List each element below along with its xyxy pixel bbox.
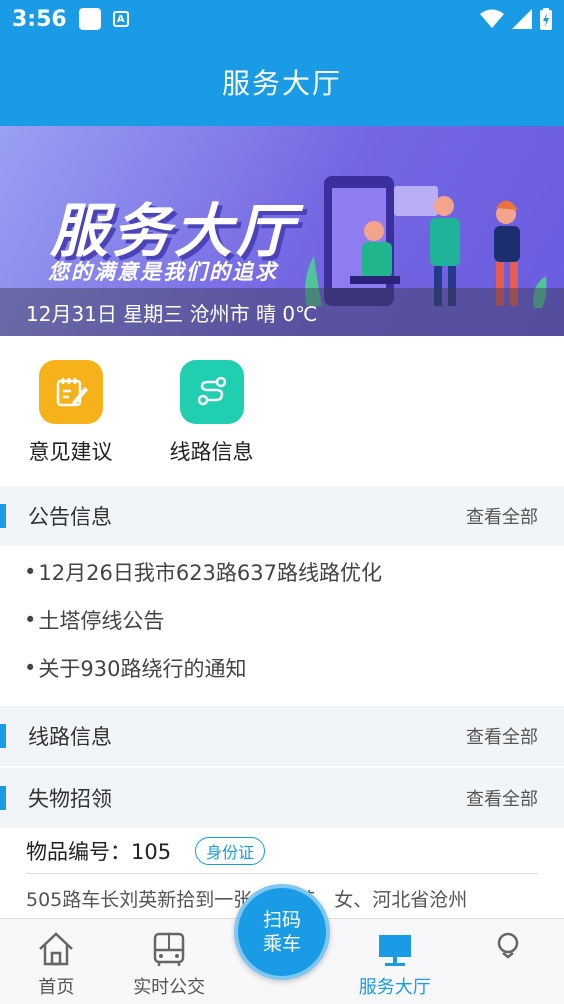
tab-service-hall[interactable]: 服务大厅 (338, 919, 451, 1004)
monitor-icon (378, 935, 411, 966)
scan-to-ride-button[interactable]: 扫码 乘车 (234, 884, 330, 980)
tab-realtime-bus[interactable]: 实时公交 (113, 919, 226, 1004)
tab-profile[interactable] (451, 919, 564, 1004)
battery-icon (540, 8, 552, 30)
lost-item-number: 物品编号：105 (26, 839, 172, 864)
page-title: 服务大厅 (221, 67, 342, 100)
section-title: 公告信息 (28, 505, 112, 529)
scan-button-line2: 乘车 (262, 933, 301, 955)
lost-found-section-header: 失物招领 查看全部 (0, 768, 564, 828)
view-all-lost-link[interactable]: 查看全部 (466, 785, 538, 811)
route-icon (179, 360, 244, 424)
quick-action-feedback[interactable]: 意见建议 (0, 336, 141, 486)
home-icon (39, 932, 74, 966)
lost-item-type-badge: 身份证 (195, 836, 266, 865)
notice-list: • 12月26日我市623路637路线路优化 • 土塔停线公告 • 关于930路绕行的… (0, 548, 564, 706)
quick-action-label: 线路信息 (169, 440, 254, 464)
signal-icon (512, 9, 532, 29)
bullet: • (24, 656, 37, 680)
tab-label: 实时公交 (133, 977, 206, 998)
notice-text: 12月26日我市623路637路线路优化 (38, 561, 382, 585)
notice-section-header: 公告信息 查看全部 (0, 486, 564, 546)
tab-label: 服务大厅 (358, 977, 431, 998)
section-accent-bar (0, 786, 6, 810)
bus-icon (153, 932, 185, 966)
notification-icon (78, 8, 101, 30)
scan-button-line1: 扫码 (262, 909, 301, 931)
tab-home[interactable]: 首页 (0, 919, 113, 1004)
quick-action-label: 意见建议 (28, 440, 113, 464)
user-icon (497, 932, 518, 959)
notice-item[interactable]: • 关于930路绕行的通知 (24, 644, 564, 692)
banner-subtitle: 您的满意是我们的追求 (48, 260, 278, 284)
notice-item[interactable]: • 12月26日我市623路637路线路优化 (24, 548, 564, 596)
routes-section-header: 线路信息 查看全部 (0, 706, 564, 766)
section-accent-bar (0, 504, 6, 528)
notice-text: 关于930路绕行的通知 (38, 657, 247, 681)
bullet: • (24, 608, 37, 632)
banner[interactable]: 服务大厅 您的满意是我们的追求 12月31日 星期三 沧州市 晴 0℃ (0, 126, 564, 336)
notice-text: 土塔停线公告 (38, 609, 165, 633)
view-all-routes-link[interactable]: 查看全部 (466, 723, 538, 749)
app-header: 服务大厅 (0, 38, 564, 126)
wifi-icon (480, 9, 504, 28)
view-all-notices-link[interactable]: 查看全部 (466, 503, 538, 529)
app-indicator-icon: A (112, 11, 129, 27)
date-weather-info: 12月31日 星期三 沧州市 晴 0℃ (0, 288, 564, 336)
notice-item[interactable]: • 土塔停线公告 (24, 596, 564, 644)
section-title: 线路信息 (28, 725, 112, 749)
status-time: 3:56 (12, 6, 67, 32)
tab-label: 首页 (38, 977, 75, 998)
quick-action-routes[interactable]: 线路信息 (141, 336, 282, 486)
section-title: 失物招领 (28, 787, 112, 811)
quick-actions: 意见建议 线路信息 (0, 336, 564, 486)
section-accent-bar (0, 724, 6, 748)
bullet: • (24, 560, 37, 584)
status-bar: 3:56 A (0, 0, 564, 38)
edit-note-icon (38, 360, 103, 424)
